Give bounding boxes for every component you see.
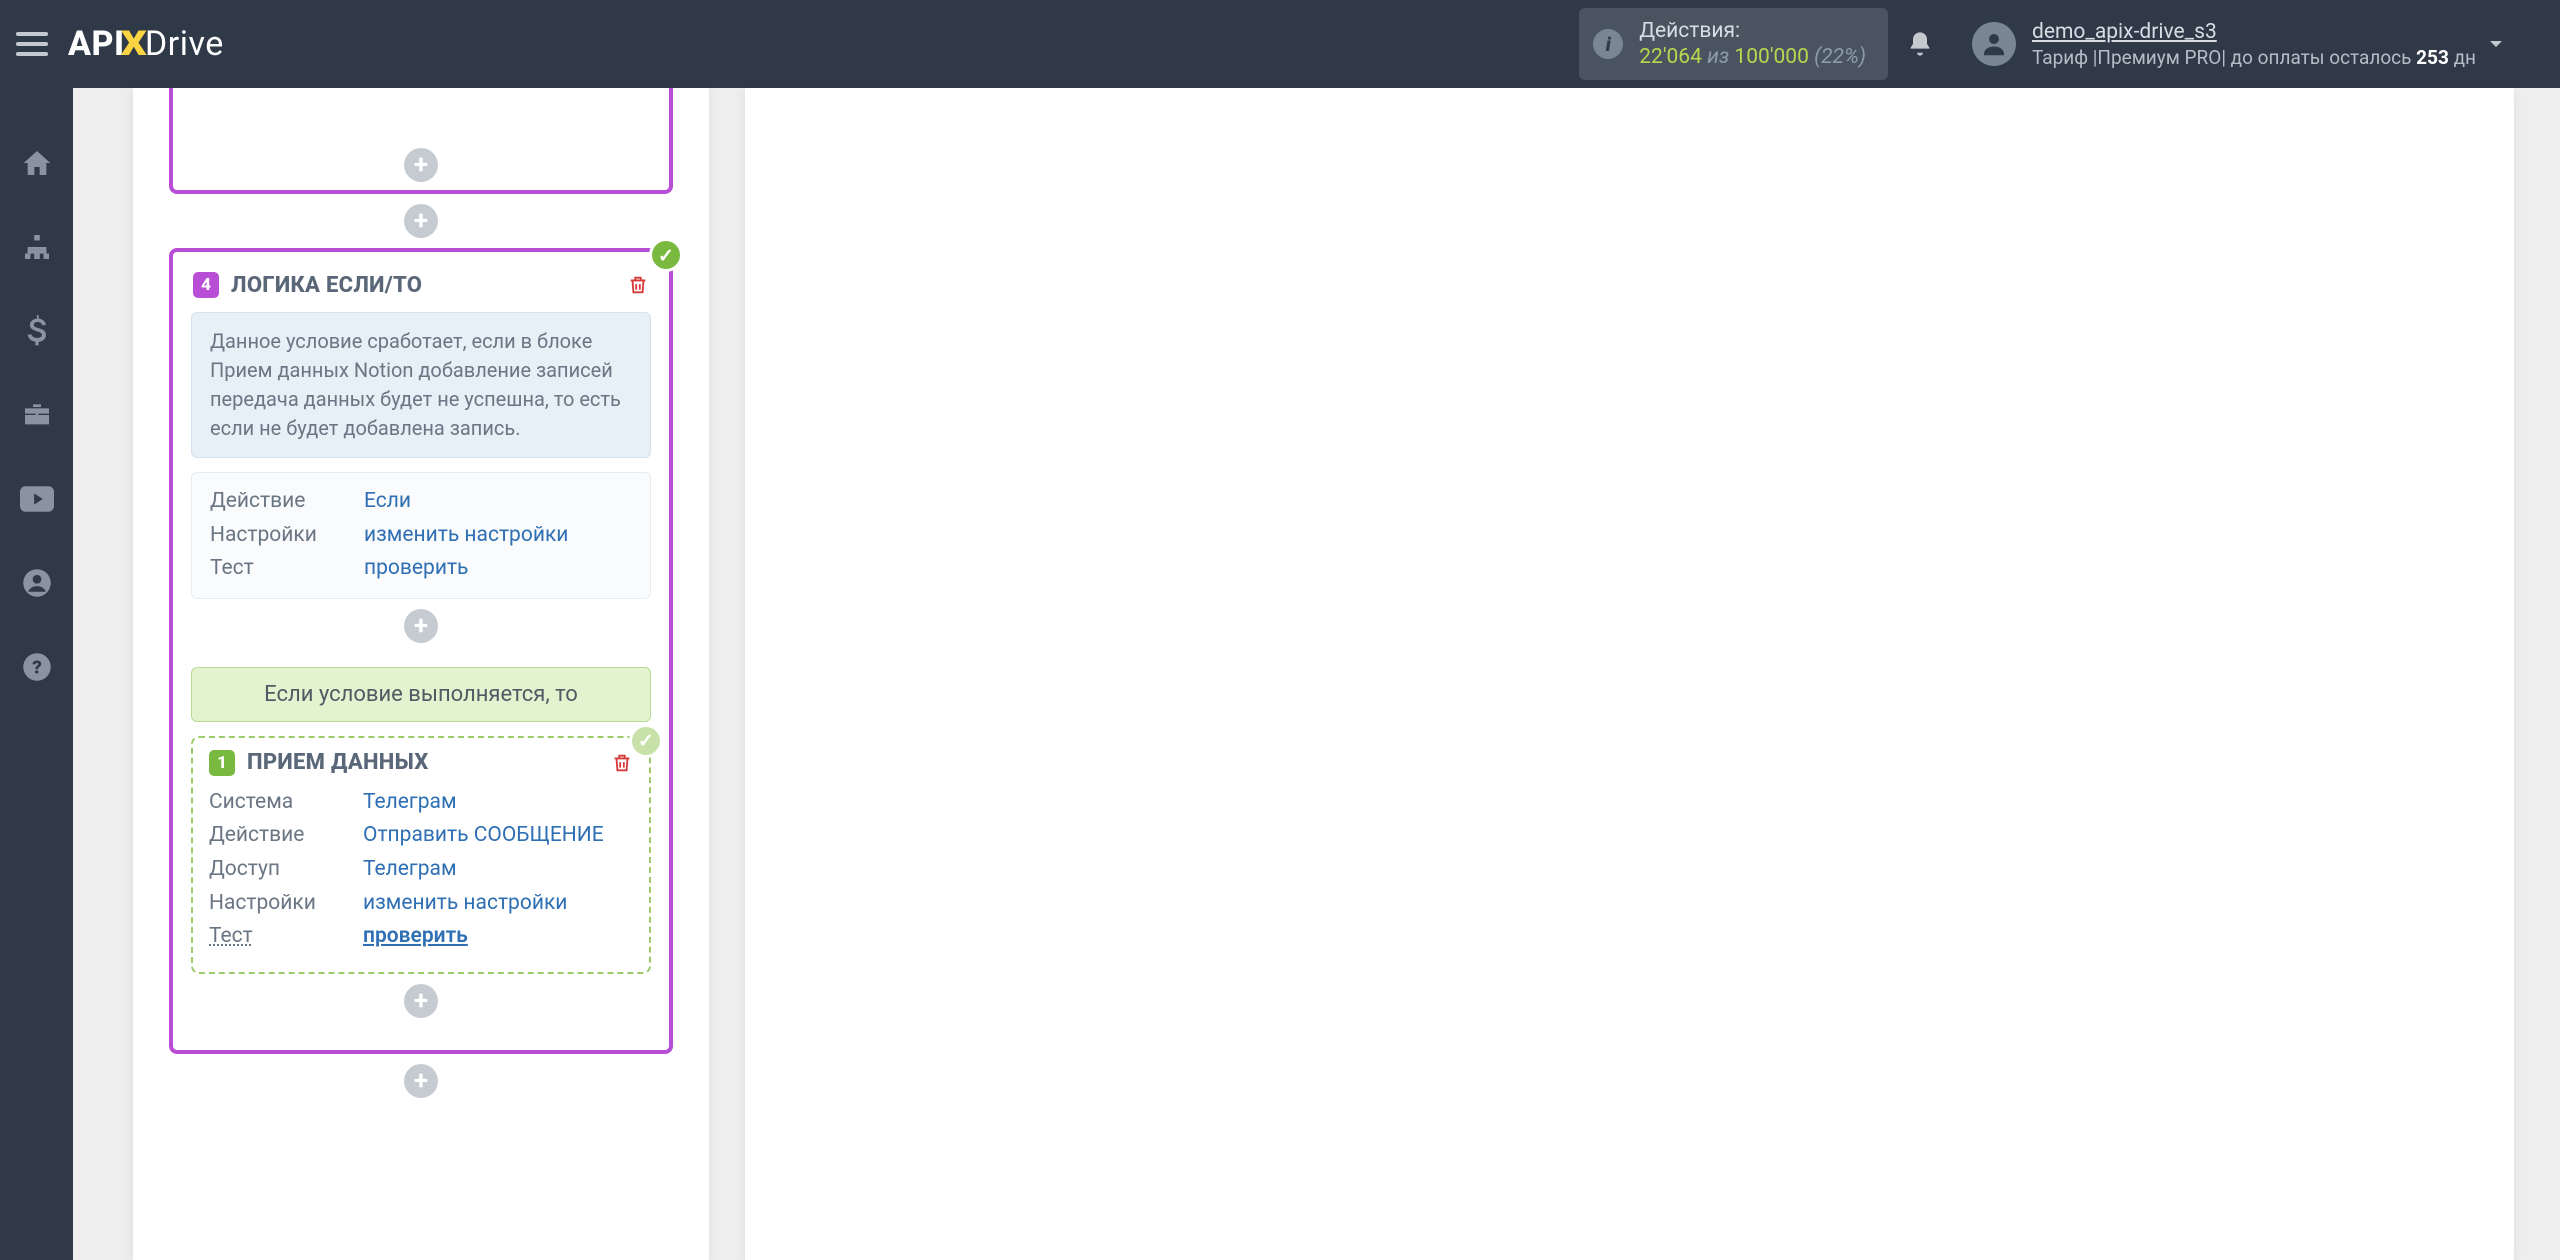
help-icon: ? xyxy=(22,652,52,682)
actions-count: 22'064 xyxy=(1639,45,1702,69)
prop-settings-label: Настройки xyxy=(209,887,335,921)
home-icon xyxy=(21,147,53,179)
add-step-button[interactable] xyxy=(404,609,438,643)
prop-test-link[interactable]: проверить xyxy=(363,920,468,954)
prop-action-value[interactable]: Если xyxy=(364,485,411,519)
workflow-panel: 4 ЛОГИКА ЕСЛИ/ТО Данное условие сработае… xyxy=(133,88,709,1260)
nav-help[interactable]: ? xyxy=(0,644,73,690)
block-description: Данное условие сработает, если в блоке П… xyxy=(191,312,651,458)
logic-block: 4 ЛОГИКА ЕСЛИ/ТО Данное условие сработае… xyxy=(169,248,673,1054)
info-icon: i xyxy=(1593,29,1623,59)
sitemap-icon xyxy=(21,231,53,263)
receive-block-header: 1 ПРИЕМ ДАННЫХ xyxy=(209,750,633,786)
prop-test-label: Тест xyxy=(209,920,335,954)
user-info: demo_apix-drive_s3 Тариф |Премиум PRO| д… xyxy=(2032,20,2476,69)
status-success-icon xyxy=(629,724,663,758)
user-circle-icon xyxy=(22,568,52,598)
prop-access-value[interactable]: Телеграм xyxy=(363,853,457,887)
prop-test-label: Тест xyxy=(210,552,336,586)
logo-part-api: API xyxy=(68,24,125,64)
status-success-icon xyxy=(649,238,683,272)
youtube-icon xyxy=(20,486,54,512)
prop-system-value[interactable]: Телеграм xyxy=(363,786,457,820)
svg-text:?: ? xyxy=(32,656,42,678)
chevron-down-icon[interactable] xyxy=(2484,32,2544,56)
user-name: demo_apix-drive_s3 xyxy=(2032,20,2476,44)
block-title: ПРИЕМ ДАННЫХ xyxy=(247,750,429,775)
content-area: 4 ЛОГИКА ЕСЛИ/ТО Данное условие сработае… xyxy=(73,88,2560,1260)
delete-block-button[interactable] xyxy=(611,751,633,775)
logic-block-header: 4 ЛОГИКА ЕСЛИ/ТО xyxy=(191,264,651,312)
prop-settings-link[interactable]: изменить настройки xyxy=(364,519,568,553)
prop-settings-label: Настройки xyxy=(210,519,336,553)
delete-block-button[interactable] xyxy=(627,273,649,297)
sidebar: ? xyxy=(0,88,73,1260)
block-properties: Действие Если Настройки изменить настрой… xyxy=(191,472,651,599)
nav-account[interactable] xyxy=(0,560,73,606)
nav-connections[interactable] xyxy=(0,224,73,270)
prop-action-label: Действие xyxy=(210,485,336,519)
app-header: API X Drive i Действия: 22'064 из 100'00… xyxy=(0,0,2560,88)
prop-system-label: Система xyxy=(209,786,335,820)
user-menu[interactable]: demo_apix-drive_s3 Тариф |Премиум PRO| д… xyxy=(1972,20,2476,69)
step-number: 4 xyxy=(193,272,219,298)
prop-test-link[interactable]: проверить xyxy=(364,552,468,586)
notifications-icon[interactable] xyxy=(1906,30,1954,58)
actions-of: из xyxy=(1707,45,1734,69)
logo[interactable]: API X Drive xyxy=(68,24,224,64)
briefcase-icon xyxy=(21,399,53,431)
actions-title: Действия: xyxy=(1639,18,1866,44)
prop-action-label: Действие xyxy=(209,819,335,853)
trash-icon xyxy=(627,273,649,297)
user-tariff: Тариф |Премиум PRO| до оплаты осталось 2… xyxy=(2032,46,2476,69)
block-title: ЛОГИКА ЕСЛИ/ТО xyxy=(231,273,422,298)
actions-text: Действия: 22'064 из 100'000 (22%) xyxy=(1639,18,1866,71)
prop-action-value[interactable]: Отправить СООБЩЕНИЕ xyxy=(363,819,604,853)
prop-settings-link[interactable]: изменить настройки xyxy=(363,887,567,921)
detail-panel xyxy=(745,88,2514,1260)
dollar-icon xyxy=(27,315,47,347)
nav-home[interactable] xyxy=(0,140,73,186)
previous-block-tail xyxy=(169,88,673,194)
add-step-button[interactable] xyxy=(404,148,438,182)
condition-banner: Если условие выполняется, то xyxy=(191,667,651,722)
nav-video[interactable] xyxy=(0,476,73,522)
add-step-button[interactable] xyxy=(404,204,438,238)
menu-toggle[interactable] xyxy=(16,24,56,64)
logo-part-x: X xyxy=(120,24,147,64)
actions-total: 100'000 xyxy=(1734,45,1808,69)
nav-briefcase[interactable] xyxy=(0,392,73,438)
receive-block: 1 ПРИЕМ ДАННЫХ Система Телеграм xyxy=(191,736,651,974)
trash-icon xyxy=(611,751,633,775)
logo-part-drive: Drive xyxy=(145,24,224,64)
actions-counter[interactable]: i Действия: 22'064 из 100'000 (22%) xyxy=(1579,8,1888,81)
add-step-button[interactable] xyxy=(404,984,438,1018)
step-number: 1 xyxy=(209,750,235,776)
avatar xyxy=(1972,22,2016,66)
prop-access-label: Доступ xyxy=(209,853,335,887)
actions-pct: (22%) xyxy=(1814,45,1866,69)
nav-billing[interactable] xyxy=(0,308,73,354)
add-step-button[interactable] xyxy=(404,1064,438,1098)
